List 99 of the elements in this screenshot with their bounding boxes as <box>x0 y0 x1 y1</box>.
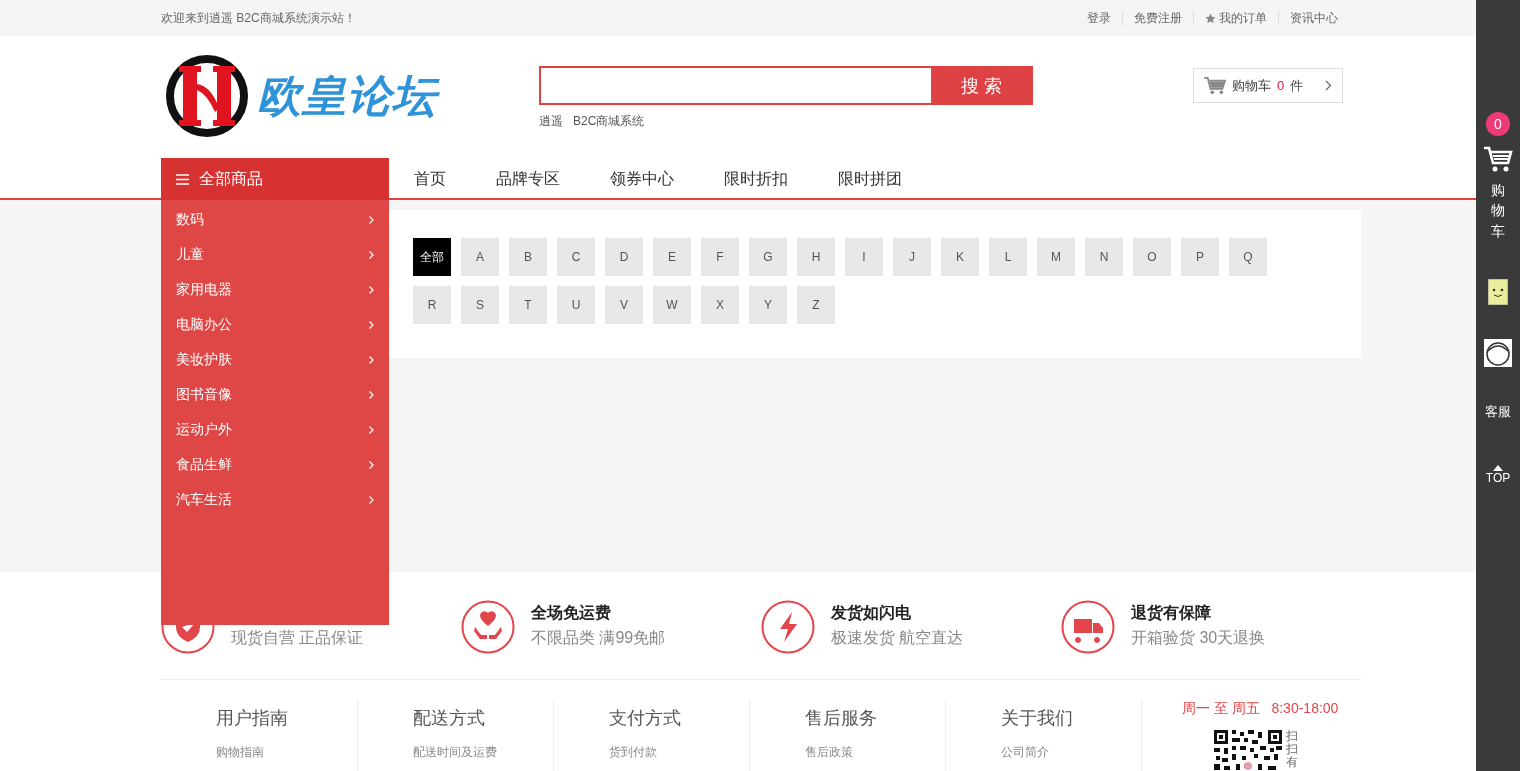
letter-filter[interactable]: M <box>1037 238 1075 276</box>
chevron-right-icon <box>369 495 374 504</box>
cart-icon <box>1204 75 1226 96</box>
welcome-text: 欢迎来到逍遥 B2C商城系统演示站！ <box>161 9 356 27</box>
footer-link[interactable]: 配送时间及运费 <box>413 744 553 761</box>
top-link[interactable]: 资讯中心 <box>1278 11 1349 25</box>
category-item[interactable]: 美妆护肤 <box>161 342 389 377</box>
bolt-icon <box>761 599 815 654</box>
letter-filter[interactable]: B <box>509 238 547 276</box>
letter-filter[interactable]: W <box>653 286 691 324</box>
search-button[interactable]: 搜 索 <box>931 66 1033 105</box>
letter-filter[interactable]: E <box>653 238 691 276</box>
letter-filter[interactable]: C <box>557 238 595 276</box>
letter-filter[interactable]: P <box>1181 238 1219 276</box>
qr-caption: 扫扫有 <box>1286 730 1298 770</box>
smiley-icon[interactable] <box>1488 278 1508 305</box>
chevron-right-icon <box>369 320 374 329</box>
top-link[interactable]: 免费注册 <box>1122 11 1193 25</box>
footer-link[interactable]: 货到付款 <box>609 744 749 761</box>
cart-label: 购物车 <box>1232 76 1271 95</box>
chevron-right-icon <box>369 425 374 434</box>
chevron-right-icon <box>369 355 374 364</box>
footer-heading: 用户指南 <box>216 707 289 730</box>
hot-word-link[interactable]: 逍遥 <box>539 113 563 130</box>
letter-filter[interactable]: X <box>701 286 739 324</box>
service-subtitle: 现货自营 正品保证 <box>231 627 364 648</box>
logo-icon <box>165 54 249 138</box>
category-item[interactable]: 汽车生活 <box>161 482 389 517</box>
letter-filter[interactable]: I <box>845 238 883 276</box>
letter-filter[interactable]: A <box>461 238 499 276</box>
letter-filter[interactable]: F <box>701 238 739 276</box>
top-link[interactable]: 登录 <box>1076 11 1122 25</box>
service-subtitle: 极速发货 航空直达 <box>831 627 964 648</box>
service-hours: 周一 至 周五 8:30-18:00 <box>1182 700 1340 718</box>
chevron-right-icon <box>369 390 374 399</box>
category-item[interactable]: 数码 <box>161 202 389 237</box>
footer-heading: 关于我们 <box>1001 707 1074 730</box>
letter-filter[interactable]: Q <box>1229 238 1267 276</box>
category-item[interactable]: 食品生鲜 <box>161 447 389 482</box>
footer-link[interactable]: 公司简介 <box>1001 744 1141 761</box>
side-cart-label[interactable]: 购物车 <box>1491 180 1505 241</box>
nav-link[interactable]: 限时拼团 <box>838 158 902 198</box>
footer-heading: 售后服务 <box>805 707 878 730</box>
letter-filter[interactable]: G <box>749 238 787 276</box>
search-field[interactable] <box>539 66 931 105</box>
top-link[interactable]: 我的订单 <box>1193 11 1278 25</box>
truck-icon <box>1061 599 1115 654</box>
service-title: 退货有保障 <box>1131 602 1212 624</box>
footer-link[interactable]: 购物指南 <box>216 744 357 761</box>
letter-filter[interactable]: K <box>941 238 979 276</box>
avatar-icon[interactable] <box>1484 338 1512 367</box>
nav-link[interactable]: 品牌专区 <box>496 158 560 198</box>
category-item[interactable]: 图书音像 <box>161 377 389 412</box>
letter-filter[interactable]: O <box>1133 238 1171 276</box>
service-subtitle: 不限品类 满99免邮 <box>531 627 666 648</box>
chevron-right-icon <box>369 460 374 469</box>
letter-filter[interactable]: V <box>605 286 643 324</box>
category-item[interactable]: 家用电器 <box>161 272 389 307</box>
letter-filter[interactable]: U <box>557 286 595 324</box>
letter-filter[interactable]: Z <box>797 286 835 324</box>
cart-icon[interactable] <box>1483 146 1513 174</box>
menu-icon <box>176 173 189 185</box>
category-item[interactable]: 儿童 <box>161 237 389 272</box>
chevron-right-icon <box>369 215 374 224</box>
service-subtitle: 开箱验货 30天退换 <box>1131 627 1266 648</box>
letter-filter[interactable]: 全部 <box>413 238 451 276</box>
category-item[interactable]: 运动户外 <box>161 412 389 447</box>
back-to-top-button[interactable]: TOP <box>1485 464 1511 485</box>
letter-filter[interactable]: H <box>797 238 835 276</box>
letter-filter[interactable]: N <box>1085 238 1123 276</box>
letter-filter[interactable]: Y <box>749 286 787 324</box>
star-icon <box>1205 12 1216 24</box>
chevron-right-icon <box>369 285 374 294</box>
letter-filter[interactable]: J <box>893 238 931 276</box>
nav-link[interactable]: 领券中心 <box>610 158 674 198</box>
letter-filter[interactable]: L <box>989 238 1027 276</box>
category-title: 全部商品 <box>199 168 263 189</box>
cart-count: 0 <box>1277 78 1285 93</box>
category-item[interactable]: 电脑办公 <box>161 307 389 342</box>
chevron-right-icon <box>369 250 374 259</box>
nav-link[interactable]: 限时折扣 <box>724 158 788 198</box>
footer-link[interactable]: 售后政策 <box>805 744 945 761</box>
service-title: 发货如闪电 <box>831 602 912 624</box>
all-categories-header[interactable]: 全部商品 <box>161 158 389 200</box>
letter-filter[interactable]: R <box>413 286 451 324</box>
nav-link[interactable]: 首页 <box>414 158 446 198</box>
customer-service-label[interactable]: 客服 <box>1485 402 1511 421</box>
hot-word-link[interactable]: B2C商城系统 <box>573 113 645 130</box>
footer-heading: 配送方式 <box>413 707 486 730</box>
letter-filter[interactable]: S <box>461 286 499 324</box>
letter-filter[interactable]: D <box>605 238 643 276</box>
footer-heading: 支付方式 <box>609 707 682 730</box>
chevron-right-icon <box>1325 80 1332 91</box>
cart-count-badge: 0 <box>1486 112 1510 136</box>
letter-filter[interactable]: T <box>509 286 547 324</box>
cart-button[interactable]: 购物车 0 件 <box>1193 68 1343 103</box>
service-title: 全场免运费 <box>531 602 612 623</box>
up-arrow-icon <box>1493 464 1503 471</box>
cart-unit: 件 <box>1290 76 1304 95</box>
